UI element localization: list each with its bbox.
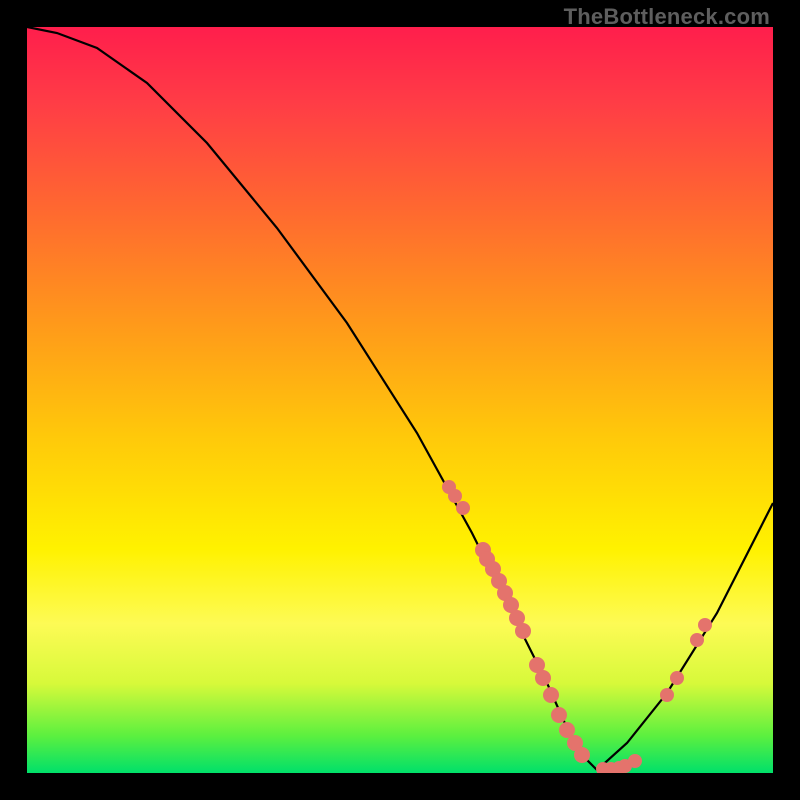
highlight-dot	[535, 670, 551, 686]
highlight-dot	[628, 754, 642, 768]
highlight-dot	[456, 501, 470, 515]
chart-svg	[27, 27, 773, 773]
chart-plot-area	[27, 27, 773, 773]
highlight-dots	[442, 480, 712, 773]
highlight-dot	[551, 707, 567, 723]
watermark-text: TheBottleneck.com	[564, 4, 770, 30]
curve-right-segment	[597, 503, 773, 770]
highlight-dot	[690, 633, 704, 647]
highlight-dot	[574, 747, 590, 763]
curve-path	[27, 27, 773, 770]
highlight-dot	[660, 688, 674, 702]
highlight-dot	[698, 618, 712, 632]
highlight-dot	[448, 489, 462, 503]
curve-left-segment	[27, 27, 597, 770]
highlight-dot	[515, 623, 531, 639]
highlight-dot	[670, 671, 684, 685]
highlight-dot	[543, 687, 559, 703]
